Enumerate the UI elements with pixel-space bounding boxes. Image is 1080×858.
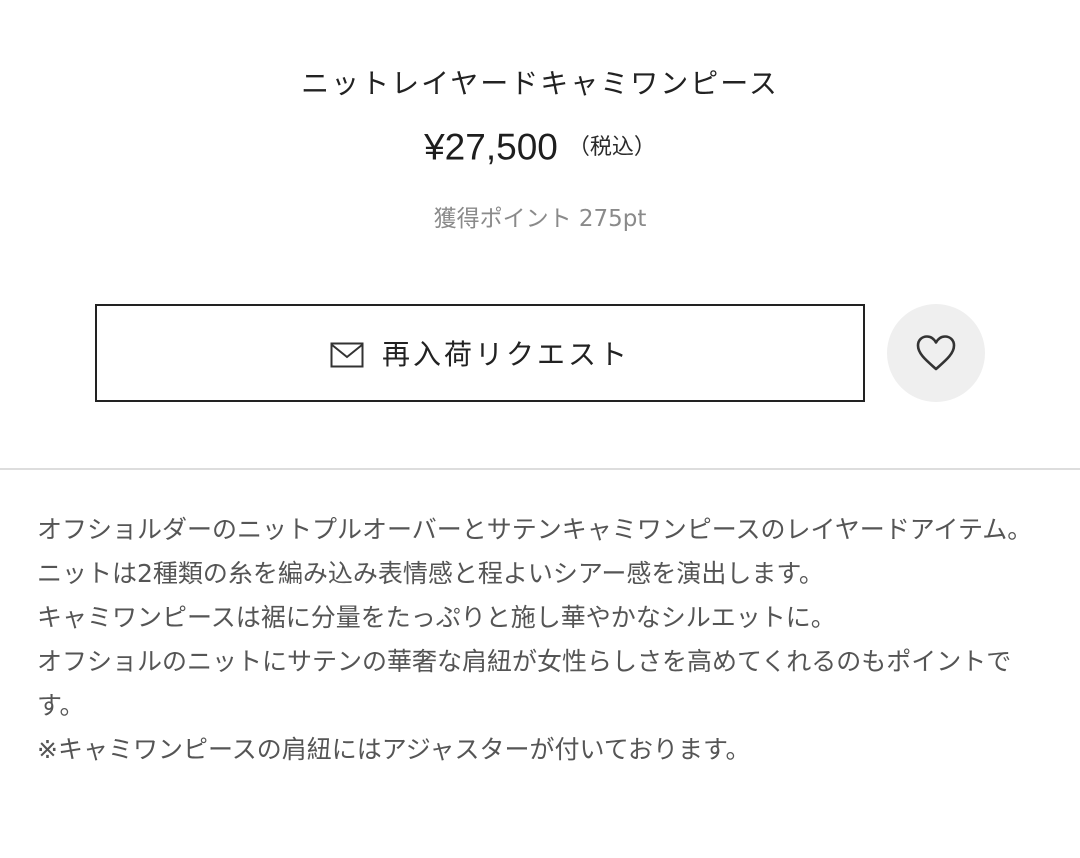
product-price: ¥27,500: [424, 126, 558, 168]
mail-icon: [330, 342, 364, 368]
restock-request-label: 再入荷リクエスト: [381, 338, 630, 371]
price-row: ¥27,500 （税込）: [0, 124, 1080, 171]
description-line: オフショルのニットにサテンの華奢な肩紐が女性らしさを高めてくれるのもポイントです…: [37, 647, 1012, 720]
earned-points: 獲得ポイント 275pt: [433, 206, 647, 232]
product-description: オフショルダーのニットプルオーバーとサテンキャミワンピースのレイヤードアイテム。…: [37, 508, 1037, 772]
product-title: ニットレイヤードキャミワンピース: [301, 67, 779, 100]
heart-icon: [915, 334, 957, 372]
section-divider: [0, 468, 1080, 470]
description-line: オフショルダーのニットプルオーバーとサテンキャミワンピースのレイヤードアイテム。: [37, 515, 1033, 544]
favorite-button[interactable]: [887, 304, 985, 402]
description-line: キャミワンピースは裾に分量をたっぷりと施し華やかなシルエットに。: [37, 603, 836, 632]
tax-included-note: （税込）: [567, 134, 656, 160]
description-line: ニットは2種類の糸を編み込み表情感と程よいシアー感を演出します。: [37, 559, 824, 588]
restock-request-button[interactable]: 再入荷リクエスト: [95, 304, 865, 402]
description-line: ※キャミワンピースの肩紐にはアジャスターが付いております。: [37, 735, 751, 764]
